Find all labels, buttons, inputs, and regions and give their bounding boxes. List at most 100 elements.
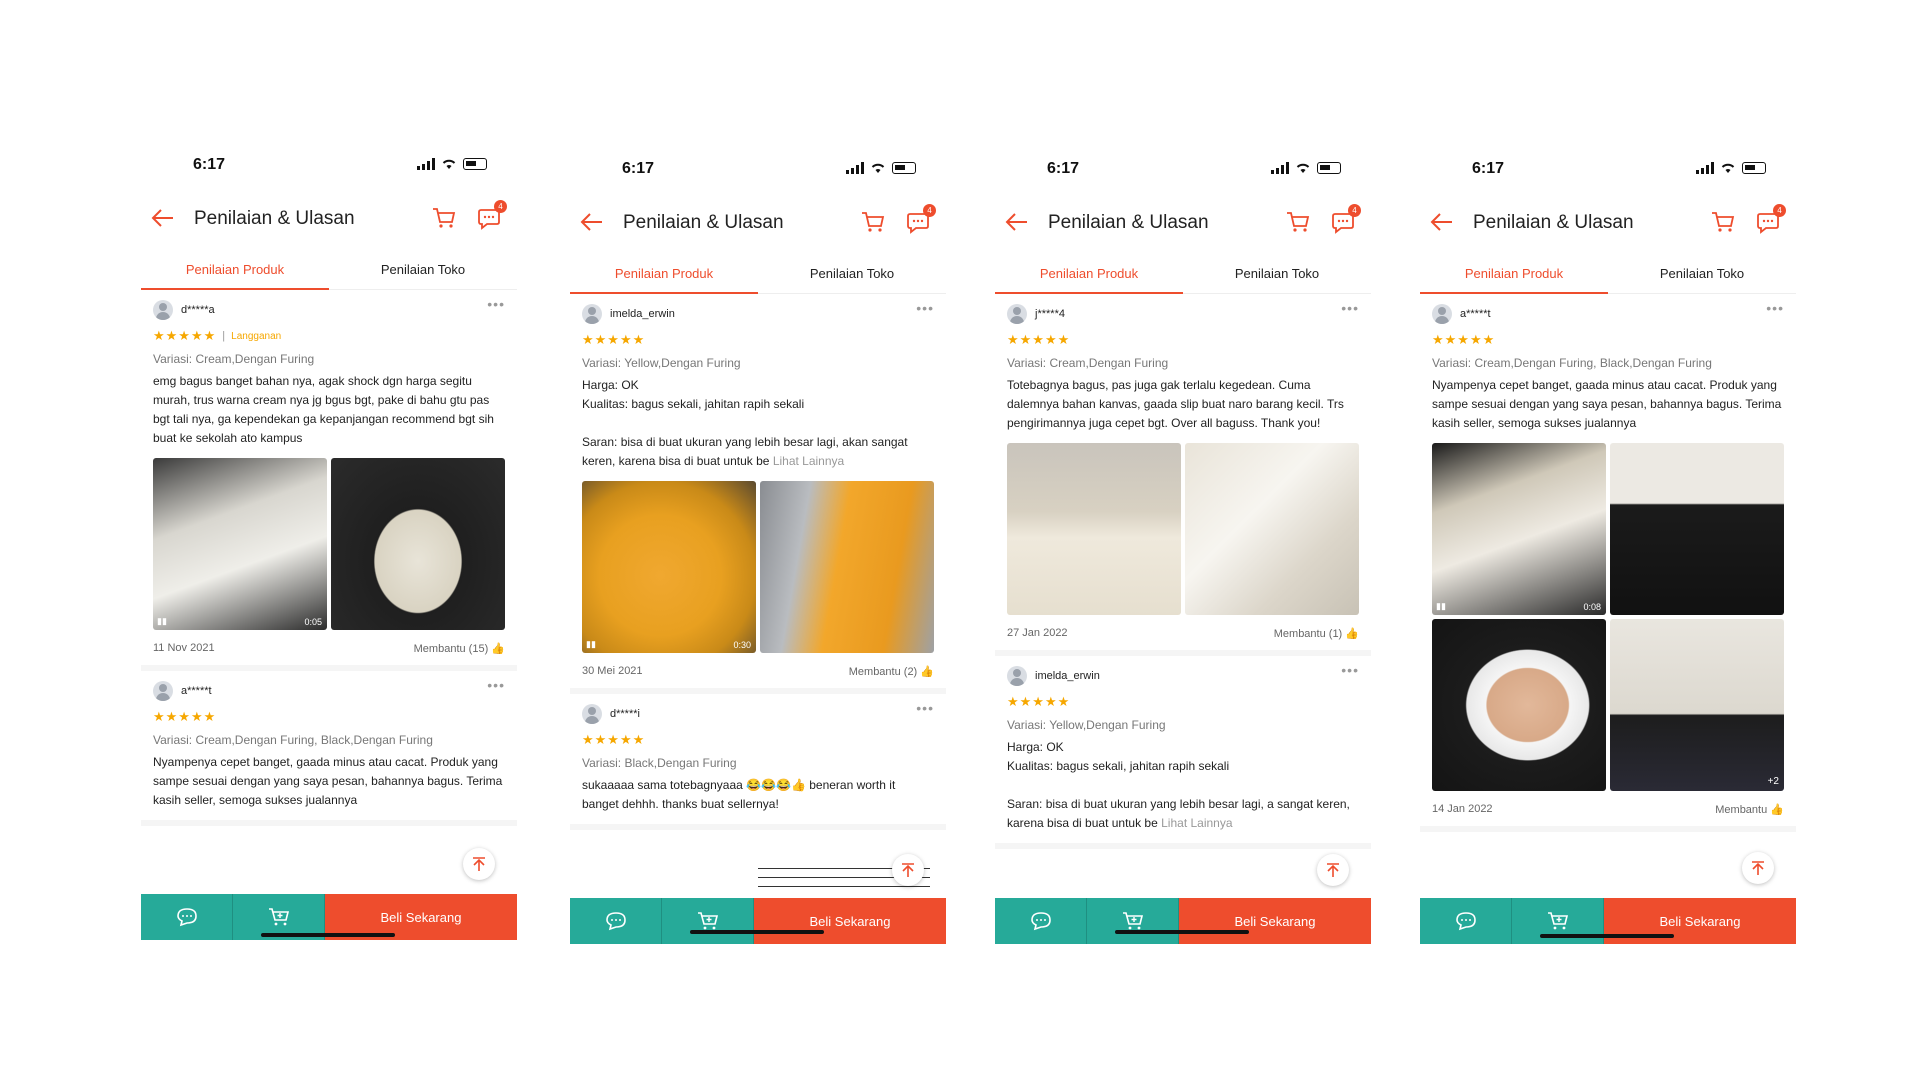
scroll-to-top-button[interactable]	[463, 848, 495, 880]
more-options-icon[interactable]: •••	[1341, 662, 1359, 678]
review-video[interactable]: ▮▮ 0:08	[1432, 443, 1606, 615]
review-photo[interactable]	[331, 458, 505, 630]
video-duration: 0:08	[1583, 602, 1601, 612]
video-icon: ▮▮	[157, 616, 167, 626]
review-video[interactable]: ▮▮ 0:05	[153, 458, 327, 630]
tab-penilaian-produk[interactable]: Penilaian Produk	[995, 254, 1183, 294]
video-duration: 0:05	[304, 617, 322, 627]
app-bar: Penilaian & Ulasan 4	[141, 186, 517, 250]
status-bar: 6:17	[570, 154, 946, 190]
back-arrow-icon[interactable]	[1003, 210, 1029, 234]
arrow-up-icon	[902, 863, 914, 877]
more-options-icon[interactable]: •••	[1766, 300, 1784, 316]
cart-icon[interactable]	[1710, 210, 1736, 234]
see-more-link[interactable]: Lihat Lainnya	[1161, 816, 1232, 830]
chat-badge: 4	[1773, 204, 1786, 217]
chat-badge: 4	[1348, 204, 1361, 217]
signal-icon	[417, 158, 435, 170]
tab-bar: Penilaian Produk Penilaian Toko	[141, 250, 517, 290]
phone-screen-3: 6:17 Penilaian & Ulasan 4 Penilaian Prod…	[995, 154, 1371, 944]
chat-button[interactable]	[1420, 898, 1512, 944]
wifi-icon	[442, 159, 456, 169]
status-time: 6:17	[622, 160, 655, 177]
scroll-to-top-button[interactable]	[1317, 854, 1349, 886]
review-photo[interactable]: +2	[1610, 619, 1784, 791]
review-photo[interactable]	[760, 481, 934, 653]
see-more-link[interactable]: Lihat Lainnya	[773, 454, 844, 468]
review-text: emg bagus banget bahan nya, agak shock d…	[153, 374, 494, 445]
reviewer-name: d*****a	[181, 304, 215, 316]
back-arrow-icon[interactable]	[1428, 210, 1454, 234]
tab-penilaian-toko[interactable]: Penilaian Toko	[329, 250, 517, 289]
more-photos-count: +2	[1767, 776, 1779, 787]
variation-text: Variasi: Cream,Dengan Furing	[153, 352, 315, 366]
review-list: d*****a ••• ★★★★★ | Langganan Variasi: Cre…	[141, 290, 517, 888]
helpful-button[interactable]: Membantu (2) 👍	[849, 665, 934, 678]
chat-button[interactable]	[570, 898, 662, 944]
more-options-icon[interactable]: •••	[916, 700, 934, 716]
review-item: d*****i ••• ★★★★★ Variasi: Black,Dengan …	[570, 694, 946, 892]
app-bar: Penilaian & Ulasan 4	[570, 190, 946, 254]
reviewer-name: a*****t	[1460, 308, 1491, 320]
variation-text: Variasi: Black,Dengan Furing	[582, 756, 737, 770]
review-photo[interactable]	[1610, 443, 1784, 615]
variation-text: Variasi: Cream,Dengan Furing, Black,Deng…	[1432, 356, 1712, 370]
tab-penilaian-toko[interactable]: Penilaian Toko	[1183, 254, 1371, 293]
bottom-action-bar: Beli Sekarang	[995, 898, 1371, 944]
page-title: Penilaian & Ulasan	[194, 208, 355, 229]
helpful-button[interactable]: Membantu (15) 👍	[414, 642, 505, 655]
chat-button[interactable]	[141, 894, 233, 940]
chat-button[interactable]	[995, 898, 1087, 944]
page-title: Penilaian & Ulasan	[623, 212, 784, 233]
cart-icon[interactable]	[860, 210, 886, 234]
more-options-icon[interactable]: •••	[1341, 300, 1359, 316]
buy-now-button[interactable]: Beli Sekarang	[754, 898, 946, 944]
battery-icon	[892, 162, 916, 174]
back-arrow-icon[interactable]	[149, 206, 175, 230]
tab-penilaian-toko[interactable]: Penilaian Toko	[758, 254, 946, 293]
signal-icon	[1271, 162, 1289, 174]
reviewer-name: d*****i	[610, 708, 640, 720]
review-photo[interactable]	[1007, 443, 1181, 615]
more-options-icon[interactable]: •••	[487, 296, 505, 312]
more-options-icon[interactable]: •••	[487, 677, 505, 693]
tab-bar: Penilaian Produk Penilaian Toko	[570, 254, 946, 294]
review-date: 11 Nov 2021	[153, 642, 215, 654]
scroll-to-top-button[interactable]	[892, 854, 924, 886]
chat-icon	[1455, 912, 1476, 931]
tab-penilaian-produk[interactable]: Penilaian Produk	[1420, 254, 1608, 294]
cart-icon[interactable]	[431, 206, 457, 230]
review-video[interactable]: ▮▮ 0:30	[582, 481, 756, 653]
tab-bar: Penilaian Produk Penilaian Toko	[995, 254, 1371, 294]
review-photo[interactable]	[1185, 443, 1359, 615]
review-text: Totebagnya bagus, pas juga gak terlalu k…	[1007, 378, 1344, 430]
review-media	[1007, 443, 1359, 615]
buy-now-button[interactable]: Beli Sekarang	[1179, 898, 1371, 944]
home-indicator	[1115, 930, 1249, 934]
tab-penilaian-produk[interactable]: Penilaian Produk	[570, 254, 758, 294]
scroll-to-top-button[interactable]	[1742, 852, 1774, 884]
signal-icon	[846, 162, 864, 174]
more-options-icon[interactable]: •••	[916, 300, 934, 316]
cart-icon[interactable]	[1285, 210, 1311, 234]
add-to-cart-button[interactable]	[662, 898, 754, 944]
tab-penilaian-produk[interactable]: Penilaian Produk	[141, 250, 329, 290]
add-to-cart-button[interactable]	[1087, 898, 1179, 944]
avatar	[153, 681, 173, 701]
helpful-button[interactable]: Membantu (1) 👍	[1274, 627, 1359, 640]
home-indicator	[1540, 934, 1674, 938]
review-media: ▮▮ 0:30	[582, 481, 934, 653]
variation-text: Variasi: Yellow,Dengan Furing	[582, 356, 741, 370]
review-photo[interactable]	[1432, 619, 1606, 791]
signal-icon	[1696, 162, 1714, 174]
tab-penilaian-toko[interactable]: Penilaian Toko	[1608, 254, 1796, 293]
review-date: 14 Jan 2022	[1432, 803, 1493, 815]
avatar	[1007, 666, 1027, 686]
wifi-icon	[1296, 163, 1310, 173]
helpful-button[interactable]: Membantu 👍	[1715, 803, 1784, 816]
back-arrow-icon[interactable]	[578, 210, 604, 234]
review-quality-line: Kualitas: bagus sekali, jahitan rapih se…	[1007, 759, 1230, 773]
video-icon: ▮▮	[586, 639, 596, 649]
review-item: imelda_erwin ••• ★★★★★ Variasi: Yellow,D…	[570, 294, 946, 694]
app-bar: Penilaian & Ulasan 4	[1420, 190, 1796, 254]
